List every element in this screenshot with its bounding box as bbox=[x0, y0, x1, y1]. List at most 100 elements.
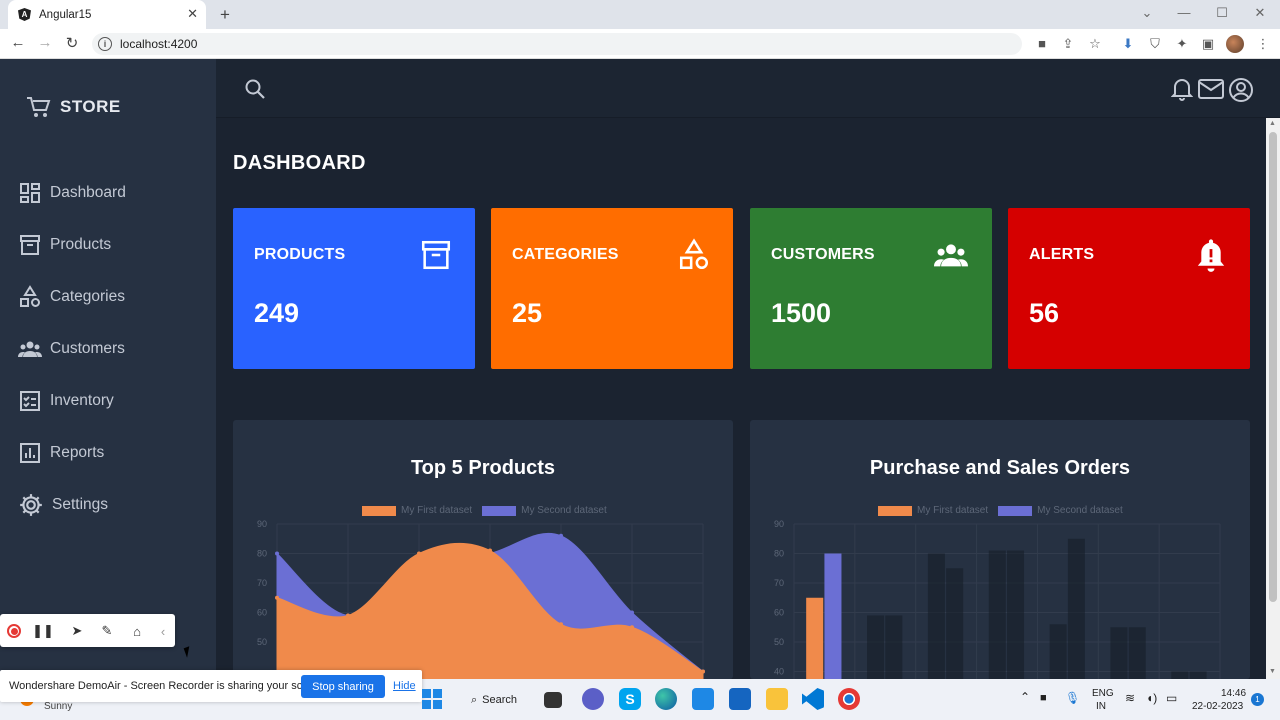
chrome-icon[interactable] bbox=[838, 688, 860, 710]
forward-icon[interactable]: → bbox=[35, 34, 55, 51]
sidebar-item-settings[interactable]: Settings bbox=[18, 492, 108, 518]
user-circle-icon[interactable] bbox=[1228, 77, 1254, 103]
collapse-chevron-icon[interactable]: ‹ bbox=[154, 622, 172, 640]
sidebar-item-dashboard[interactable]: Dashboard bbox=[18, 180, 126, 206]
search-icon[interactable] bbox=[244, 78, 266, 100]
bar[interactable] bbox=[927, 553, 945, 680]
bar[interactable] bbox=[885, 615, 903, 679]
bookmark-star-icon[interactable]: ☆ bbox=[1087, 36, 1103, 52]
bar[interactable] bbox=[824, 553, 842, 680]
sidebar-item-inventory[interactable]: Inventory bbox=[18, 388, 114, 414]
teams-chat-icon[interactable] bbox=[582, 688, 604, 710]
data-point[interactable] bbox=[275, 595, 279, 600]
shield-extension-icon[interactable]: ⛉ bbox=[1147, 36, 1163, 52]
data-point[interactable] bbox=[559, 622, 563, 627]
chart-panel-purchase-sales: Purchase and Sales Orders My First datas… bbox=[750, 420, 1250, 679]
area-series-1[interactable] bbox=[276, 542, 704, 679]
task-view-icon[interactable] bbox=[544, 692, 562, 708]
notification-badge[interactable]: 1 bbox=[1251, 693, 1264, 706]
sidebar-item-reports[interactable]: Reports bbox=[18, 440, 104, 466]
stat-card-customers[interactable]: CUSTOMERS 1500 bbox=[750, 208, 992, 369]
stat-card-products[interactable]: PRODUCTS 249 bbox=[233, 208, 475, 369]
profile-avatar[interactable] bbox=[1226, 35, 1244, 53]
battery-icon[interactable]: ▭ bbox=[1166, 691, 1177, 705]
mail-app-icon[interactable] bbox=[729, 688, 751, 710]
stat-card-categories[interactable]: CATEGORIES 25 bbox=[491, 208, 733, 369]
camera-icon[interactable]: ■ bbox=[1034, 36, 1050, 52]
hide-link[interactable]: Hide bbox=[393, 680, 416, 692]
stop-sharing-button[interactable]: Stop sharing bbox=[301, 675, 385, 698]
side-panel-icon[interactable]: ▣ bbox=[1200, 36, 1216, 52]
bar[interactable] bbox=[1007, 550, 1025, 679]
pause-icon[interactable]: ❚❚ bbox=[32, 622, 54, 640]
close-window-button[interactable]: ✕ bbox=[1250, 5, 1270, 21]
extensions-puzzle-icon[interactable]: ✦ bbox=[1174, 36, 1190, 52]
pen-icon[interactable]: ✎ bbox=[98, 622, 116, 640]
bar[interactable] bbox=[867, 615, 885, 679]
bar[interactable] bbox=[806, 597, 824, 679]
y-tick-label: 70 bbox=[257, 578, 267, 588]
bar[interactable] bbox=[988, 550, 1006, 679]
edge-icon[interactable] bbox=[655, 688, 677, 710]
pointer-icon[interactable]: ➤ bbox=[68, 622, 86, 640]
clock-time[interactable]: 14:46 bbox=[1221, 688, 1246, 699]
browser-menu-icon[interactable]: ⋮ bbox=[1255, 36, 1271, 52]
data-point[interactable] bbox=[346, 613, 350, 618]
data-point[interactable] bbox=[417, 551, 421, 556]
url-field[interactable]: i localhost:4200 bbox=[92, 33, 1022, 55]
data-point[interactable] bbox=[559, 533, 563, 538]
reload-icon[interactable]: ↻ bbox=[62, 34, 82, 52]
bar[interactable] bbox=[1128, 627, 1146, 679]
bar-chart[interactable]: 90 80 70 60 50 40 bbox=[750, 420, 1250, 679]
browser-tab[interactable]: A Angular15 ✕ bbox=[8, 0, 206, 29]
data-point[interactable] bbox=[701, 669, 705, 674]
bar[interactable] bbox=[1189, 671, 1207, 680]
sidebar-item-label: Dashboard bbox=[50, 184, 126, 201]
record-icon[interactable] bbox=[5, 622, 23, 640]
share-icon[interactable]: ⇪ bbox=[1060, 36, 1076, 52]
tray-camera-icon[interactable]: ■ bbox=[1040, 692, 1047, 704]
tab-search-icon[interactable]: ⌄ bbox=[1137, 5, 1157, 21]
data-point[interactable] bbox=[630, 610, 634, 615]
store-icon[interactable] bbox=[692, 688, 714, 710]
bar[interactable] bbox=[946, 568, 964, 679]
maximize-button[interactable]: ☐ bbox=[1212, 5, 1232, 21]
volume-icon[interactable]: ◖) bbox=[1146, 691, 1157, 705]
stat-card-alerts[interactable]: ALERTS 56 bbox=[1008, 208, 1250, 369]
sidebar-item-customers[interactable]: Customers bbox=[18, 336, 125, 362]
tray-lang[interactable]: ENG bbox=[1092, 688, 1114, 699]
new-tab-button[interactable]: + bbox=[216, 5, 234, 25]
bar[interactable] bbox=[1110, 627, 1128, 679]
sidebar-item-categories[interactable]: Categories bbox=[18, 284, 125, 310]
data-point[interactable] bbox=[275, 551, 279, 556]
bar[interactable] bbox=[1171, 671, 1189, 680]
windows-start-icon[interactable] bbox=[421, 688, 443, 710]
highlighter-icon[interactable]: ⌂ bbox=[128, 622, 146, 640]
wifi-icon[interactable]: ≋ bbox=[1125, 691, 1135, 705]
bar[interactable] bbox=[1049, 624, 1067, 679]
taskbar-search[interactable]: ⌕ Search bbox=[463, 689, 526, 711]
data-point[interactable] bbox=[630, 625, 634, 630]
tray-chevron-icon[interactable]: ⌃ bbox=[1020, 690, 1030, 704]
close-tab-icon[interactable]: ✕ bbox=[187, 6, 198, 22]
back-icon[interactable]: ← bbox=[8, 34, 28, 51]
bar[interactable] bbox=[1067, 538, 1085, 679]
extension-download-icon[interactable]: ⬇ bbox=[1120, 36, 1136, 52]
page-title: DASHBOARD bbox=[233, 152, 366, 174]
scroll-up-icon[interactable]: ▲ bbox=[1269, 120, 1276, 127]
brand[interactable]: STORE bbox=[26, 95, 121, 119]
site-info-icon[interactable]: i bbox=[98, 37, 112, 51]
mail-icon[interactable] bbox=[1198, 79, 1224, 99]
data-point[interactable] bbox=[488, 548, 492, 553]
minimize-button[interactable]: — bbox=[1174, 5, 1194, 20]
area-chart[interactable]: 90 80 70 60 50 bbox=[233, 420, 733, 679]
file-explorer-icon[interactable] bbox=[766, 688, 788, 710]
skype-icon[interactable]: S bbox=[619, 688, 641, 710]
scroll-down-icon[interactable]: ▼ bbox=[1269, 668, 1276, 675]
tray-mic-icon[interactable]: 🎙 bbox=[1065, 691, 1080, 705]
sidebar-item-products[interactable]: Products bbox=[18, 232, 111, 258]
scrollbar-thumb[interactable] bbox=[1269, 132, 1277, 602]
card-value: 56 bbox=[1029, 298, 1060, 328]
bell-icon[interactable] bbox=[1171, 77, 1193, 101]
page-scrollbar[interactable]: ▲ ▼ bbox=[1266, 118, 1280, 679]
